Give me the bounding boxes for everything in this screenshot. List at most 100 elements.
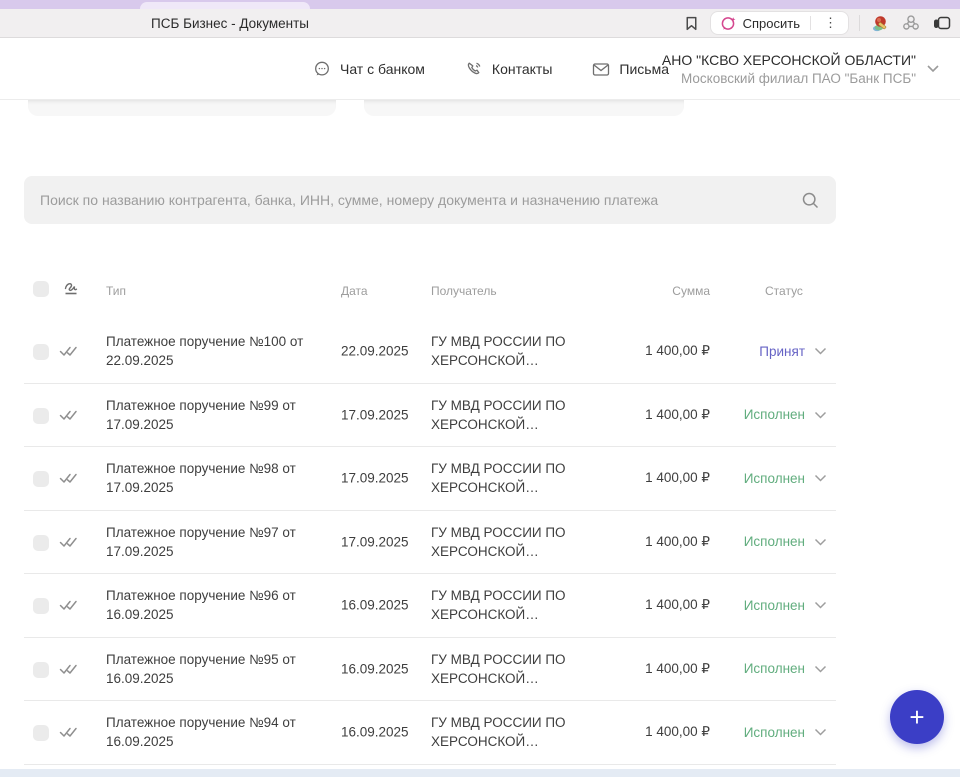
- row-checkbox[interactable]: [33, 471, 49, 487]
- document-date: 16.09.2025: [341, 725, 409, 740]
- document-date: 16.09.2025: [341, 661, 409, 676]
- double-check-icon: [58, 724, 80, 740]
- document-title: Платежное поручение №98 от 17.09.2025: [106, 459, 318, 497]
- table-header: Тип Дата Получатель Сумма Статус: [24, 270, 836, 320]
- nav-chat-label: Чат с банком: [340, 61, 425, 77]
- table-row[interactable]: Платежное поручение №95 от 16.09.2025 16…: [24, 638, 836, 702]
- status-control[interactable]: Исполнен: [744, 384, 827, 447]
- window-bottom-edge: [0, 769, 960, 777]
- chevron-down-icon[interactable]: [814, 411, 827, 419]
- document-amount: 1 400,00 ₽: [560, 470, 710, 486]
- status-control[interactable]: Исполнен: [744, 701, 827, 764]
- status-label: Исполнен: [744, 661, 805, 676]
- document-date: 17.09.2025: [341, 534, 409, 549]
- nav-letters[interactable]: Письма: [592, 61, 669, 77]
- browser-tab-title: ПСБ Бизнес - Документы: [0, 16, 460, 31]
- chevron-down-icon[interactable]: [814, 538, 827, 546]
- document-date: 22.09.2025: [341, 344, 409, 359]
- phone-icon: [465, 60, 483, 78]
- document-title: Платежное поручение №97 от 17.09.2025: [106, 523, 318, 561]
- status-label: Исполнен: [744, 598, 805, 613]
- row-checkbox[interactable]: [33, 408, 49, 424]
- status-label: Исполнен: [744, 407, 805, 422]
- document-amount: 1 400,00 ₽: [560, 534, 710, 550]
- document-amount: 1 400,00 ₽: [560, 407, 710, 423]
- row-checkbox[interactable]: [33, 725, 49, 741]
- chevron-down-icon[interactable]: [814, 728, 827, 736]
- ai-ask-label: Спросить: [743, 16, 800, 31]
- app-header: Чат с банком Контакты Письма АНО "КСВО Х…: [0, 38, 960, 100]
- chat-icon: [313, 60, 331, 78]
- document-title: Платежное поручение №95 от 16.09.2025: [106, 650, 318, 688]
- document-amount: 1 400,00 ₽: [560, 661, 710, 677]
- signature-icon[interactable]: [62, 279, 82, 299]
- row-checkbox[interactable]: [33, 535, 49, 551]
- nav-contacts[interactable]: Контакты: [465, 60, 552, 78]
- status-control[interactable]: Исполнен: [744, 511, 827, 574]
- search-bar[interactable]: [24, 176, 836, 224]
- add-document-fab[interactable]: +: [890, 690, 944, 744]
- double-check-icon: [58, 343, 80, 359]
- table-body: Платежное поручение №100 от 22.09.2025 2…: [24, 320, 836, 765]
- account-selector[interactable]: АНО "КСВО ХЕРСОНСКОЙ ОБЛАСТИ" Московский…: [662, 38, 916, 100]
- chevron-down-icon[interactable]: [814, 665, 827, 673]
- account-branch: Московский филиал ПАО "Банк ПСБ": [681, 70, 916, 88]
- status-control[interactable]: Исполнен: [744, 638, 827, 701]
- table-row[interactable]: Платежное поручение №99 от 17.09.2025 17…: [24, 384, 836, 448]
- kebab-menu-icon[interactable]: ⋮: [817, 15, 844, 31]
- document-amount: 1 400,00 ₽: [560, 597, 710, 613]
- document-title: Платежное поручение №94 от 16.09.2025: [106, 713, 318, 751]
- header-nav: Чат с банком Контакты Письма: [313, 38, 669, 100]
- browser-active-tab[interactable]: [140, 2, 310, 9]
- document-title: Платежное поручение №100 от 22.09.2025: [106, 332, 318, 370]
- extension-colored-icon[interactable]: [870, 13, 891, 34]
- double-check-icon: [58, 407, 80, 423]
- double-check-icon: [58, 534, 80, 550]
- row-checkbox[interactable]: [33, 344, 49, 360]
- table-row[interactable]: Платежное поручение №100 от 22.09.2025 2…: [24, 320, 836, 384]
- nav-contacts-label: Контакты: [492, 61, 552, 77]
- ai-ask-button[interactable]: Спросить ⋮: [710, 11, 849, 35]
- search-input[interactable]: [40, 192, 801, 208]
- double-check-icon: [58, 661, 80, 677]
- chevron-down-icon[interactable]: [814, 601, 827, 609]
- table-row[interactable]: Платежное поручение №96 от 16.09.2025 16…: [24, 574, 836, 638]
- toolbar-separator: [859, 15, 860, 31]
- row-checkbox[interactable]: [33, 598, 49, 614]
- extensions-puzzle-icon[interactable]: [901, 13, 921, 33]
- table-row[interactable]: Платежное поручение №94 от 16.09.2025 16…: [24, 701, 836, 765]
- ai-assistant-icon: [720, 15, 737, 32]
- pill-divider: [810, 16, 811, 30]
- select-all-checkbox[interactable]: [33, 281, 49, 297]
- bookmark-icon[interactable]: [683, 15, 700, 32]
- status-control[interactable]: Исполнен: [744, 447, 827, 510]
- status-label: Принят: [759, 344, 805, 359]
- table-row[interactable]: Платежное поручение №98 от 17.09.2025 17…: [24, 447, 836, 511]
- side-panel-icon[interactable]: [931, 14, 952, 33]
- browser-toolbar: ПСБ Бизнес - Документы Спросить ⋮: [0, 9, 960, 38]
- double-check-icon: [58, 597, 80, 613]
- document-date: 16.09.2025: [341, 598, 409, 613]
- status-label: Исполнен: [744, 471, 805, 486]
- chevron-down-icon[interactable]: [814, 474, 827, 482]
- status-control[interactable]: Исполнен: [744, 574, 827, 637]
- document-date: 17.09.2025: [341, 471, 409, 486]
- column-recipient: Получатель: [431, 284, 497, 298]
- nav-chat-with-bank[interactable]: Чат с банком: [313, 60, 425, 78]
- table-row[interactable]: Платежное поручение №97 от 17.09.2025 17…: [24, 511, 836, 575]
- document-title: Платежное поручение №96 от 16.09.2025: [106, 586, 318, 624]
- status-label: Исполнен: [744, 534, 805, 549]
- account-chevron-down-icon[interactable]: [926, 64, 940, 73]
- status-control[interactable]: Принят: [759, 320, 827, 383]
- document-amount: 1 400,00 ₽: [560, 343, 710, 359]
- status-label: Исполнен: [744, 725, 805, 740]
- chevron-down-icon[interactable]: [814, 347, 827, 355]
- document-title: Платежное поручение №99 от 17.09.2025: [106, 396, 318, 434]
- filter-card-clipped-right[interactable]: [364, 100, 684, 116]
- search-icon[interactable]: [801, 191, 820, 210]
- filter-card-clipped-left[interactable]: [28, 100, 336, 116]
- row-checkbox[interactable]: [33, 662, 49, 678]
- column-status: Статус: [765, 284, 803, 298]
- document-amount: 1 400,00 ₽: [560, 724, 710, 740]
- column-amount: Сумма: [560, 284, 710, 298]
